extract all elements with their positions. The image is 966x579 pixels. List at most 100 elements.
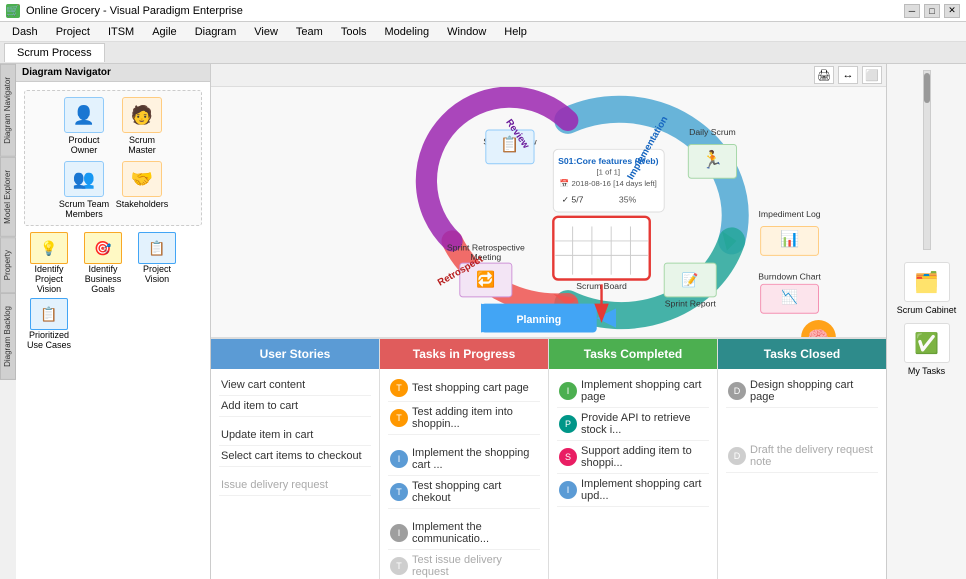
menu-item-tools[interactable]: Tools <box>333 24 375 40</box>
task-provide-api-text: Provide API to retrieve stock i... <box>581 412 707 436</box>
property-tab[interactable]: Property <box>0 237 16 293</box>
project-vision-icon: 📋 <box>138 232 176 264</box>
avatar-test-checkout: T <box>390 483 408 501</box>
task-impl-shopping-cart: I Implement the shopping cart ... <box>388 443 540 476</box>
main-layout: Diagram Navigator 👤 Product Owner 🧑 Scru… <box>0 64 966 579</box>
menu-item-modeling[interactable]: Modeling <box>377 24 438 40</box>
right-scrollbar[interactable] <box>923 70 931 250</box>
tasks-completed-header: Tasks Completed <box>549 339 717 369</box>
tasks-completed-column: Tasks Completed I Implement shopping car… <box>549 339 718 579</box>
avatar-support-adding: S <box>559 448 577 466</box>
my-tasks-icon: ✅ <box>904 323 950 363</box>
prioritized-use-cases-icon: 📋 <box>30 298 68 330</box>
my-tasks-item[interactable]: ✅ My Tasks <box>904 323 950 376</box>
scrum-master-icon: 🧑 <box>122 97 162 133</box>
kanban-columns: User Stories View cart content Add item … <box>211 337 886 579</box>
menu-item-project[interactable]: Project <box>48 24 98 40</box>
scrum-team-item: 👥 Scrum Team Members <box>58 161 110 219</box>
toolbar-icon-1[interactable]: 🖨 <box>814 66 834 84</box>
scrum-roles-grid: 👤 Product Owner 🧑 Scrum Master 👥 Scrum T… <box>31 97 195 219</box>
scrum-roles-box: 👤 Product Owner 🧑 Scrum Master 👥 Scrum T… <box>24 90 202 226</box>
prioritized-use-cases-label: Prioritized Use Cases <box>24 330 74 350</box>
tasks-completed-body: I Implement shopping cart page P Provide… <box>549 369 717 513</box>
diagram-items-grid: 💡 Identify Project Vision 🎯 Identify Bus… <box>24 232 202 350</box>
task-impl-cart-page: I Implement shopping cart page <box>557 375 709 408</box>
title-bar: 🛒 Online Grocery - Visual Paradigm Enter… <box>0 0 966 22</box>
avatar-provide-api: P <box>559 415 577 433</box>
kanban-board: User Stories View cart content Add item … <box>211 337 886 579</box>
identify-project-vision-item[interactable]: 💡 Identify Project Vision <box>24 232 74 294</box>
menu-item-itsm[interactable]: ITSM <box>100 24 142 40</box>
task-add-item: Add item to cart <box>219 396 371 417</box>
menu-item-diagram[interactable]: Diagram <box>187 24 245 40</box>
task-design-cart: D Design shopping cart page <box>726 375 878 408</box>
user-stories-body: View cart content Add item to cart Updat… <box>211 369 379 502</box>
stakeholders-icon: 🤝 <box>122 161 162 197</box>
minimize-button[interactable]: ─ <box>904 4 920 18</box>
model-explorer-tab[interactable]: Model Explorer <box>0 157 16 237</box>
avatar-design-cart: D <box>728 382 746 400</box>
main-content: 🖨 ↔ ⬜ <box>211 64 886 579</box>
spacer-6 <box>726 416 878 424</box>
task-delivery-request-text: Issue delivery request <box>221 479 369 491</box>
scrum-cabinet-item[interactable]: 🗂️ Scrum Cabinet <box>897 262 957 315</box>
svg-text:✓ 5/7: ✓ 5/7 <box>562 194 584 204</box>
vertical-sidebar: Diagram Navigator Model Explorer Propert… <box>0 64 16 380</box>
toolbar-icon-3[interactable]: ⬜ <box>862 66 882 84</box>
menu-item-team[interactable]: Team <box>288 24 331 40</box>
scrum-team-icon: 👥 <box>64 161 104 197</box>
diagram-area: Scrum Board S01:Core features (Web) [1 o… <box>211 87 886 337</box>
avatar-test-adding: T <box>390 409 408 427</box>
task-test-adding-item: T Test adding item into shoppin... <box>388 402 540 435</box>
svg-text:🔁: 🔁 <box>476 270 495 288</box>
spacer-3 <box>388 435 540 443</box>
svg-text:Planning: Planning <box>516 314 561 326</box>
avatar-draft-delivery: D <box>728 447 746 465</box>
task-update-item: Update item in cart <box>219 425 371 446</box>
task-view-cart-text: View cart content <box>221 379 369 391</box>
project-vision-item[interactable]: 📋 Project Vision <box>132 232 182 294</box>
task-draft-delivery-text: Draft the delivery request note <box>750 444 876 468</box>
task-impl-communication: I Implement the communicatio... <box>388 517 540 550</box>
identify-business-goals-item[interactable]: 🎯 Identify Business Goals <box>78 232 128 294</box>
task-impl-communication-text: Implement the communicatio... <box>412 521 538 545</box>
task-select-cart: Select cart items to checkout <box>219 446 371 467</box>
my-tasks-label: My Tasks <box>908 366 945 376</box>
menu-item-agile[interactable]: Agile <box>144 24 184 40</box>
task-support-adding: S Support adding item to shoppi... <box>557 441 709 474</box>
avatar-impl-cart: I <box>559 382 577 400</box>
task-impl-cart-page-text: Implement shopping cart page <box>581 379 707 403</box>
task-support-adding-text: Support adding item to shoppi... <box>581 445 707 469</box>
tab-bar: Scrum Process <box>0 42 966 64</box>
menu-item-help[interactable]: Help <box>496 24 535 40</box>
diagram-nav-header: Diagram Navigator <box>16 64 210 82</box>
product-owner-item: 👤 Product Owner <box>58 97 110 155</box>
task-add-item-text: Add item to cart <box>221 400 369 412</box>
scrum-cabinet-label: Scrum Cabinet <box>897 305 957 315</box>
avatar-impl-cart-upd: I <box>559 481 577 499</box>
menu-item-dash[interactable]: Dash <box>4 24 46 40</box>
svg-text:🏃: 🏃 <box>702 150 724 170</box>
identify-business-goals-label: Identify Business Goals <box>78 264 128 294</box>
svg-text:Impediment Log: Impediment Log <box>759 209 821 219</box>
scrum-process-tab[interactable]: Scrum Process <box>4 43 105 62</box>
task-test-cart-page-text: Test shopping cart page <box>412 382 538 394</box>
menu-item-window[interactable]: Window <box>439 24 494 40</box>
task-view-cart: View cart content <box>219 375 371 396</box>
prioritized-use-cases-item[interactable]: 📋 Prioritized Use Cases <box>24 298 74 350</box>
avatar-test-cart: T <box>390 379 408 397</box>
title-bar-controls[interactable]: ─ □ ✕ <box>904 4 960 18</box>
diagram-navigator-tab[interactable]: Diagram Navigator <box>0 64 16 157</box>
menu-item-view[interactable]: View <box>246 24 286 40</box>
diagram-backlog-tab[interactable]: Diagram Backlog <box>0 293 16 380</box>
identify-project-vision-label: Identify Project Vision <box>24 264 74 294</box>
toolbar-icon-2[interactable]: ↔ <box>838 66 858 84</box>
stakeholders-item: 🤝 Stakeholders <box>116 161 168 219</box>
maximize-button[interactable]: □ <box>924 4 940 18</box>
spacer-4 <box>388 509 540 517</box>
close-button[interactable]: ✕ <box>944 4 960 18</box>
identify-business-goals-icon: 🎯 <box>84 232 122 264</box>
avatar-impl-communication: I <box>390 524 408 542</box>
svg-text:Daily Scrum: Daily Scrum <box>689 127 736 137</box>
svg-text:🧠: 🧠 <box>808 327 830 337</box>
